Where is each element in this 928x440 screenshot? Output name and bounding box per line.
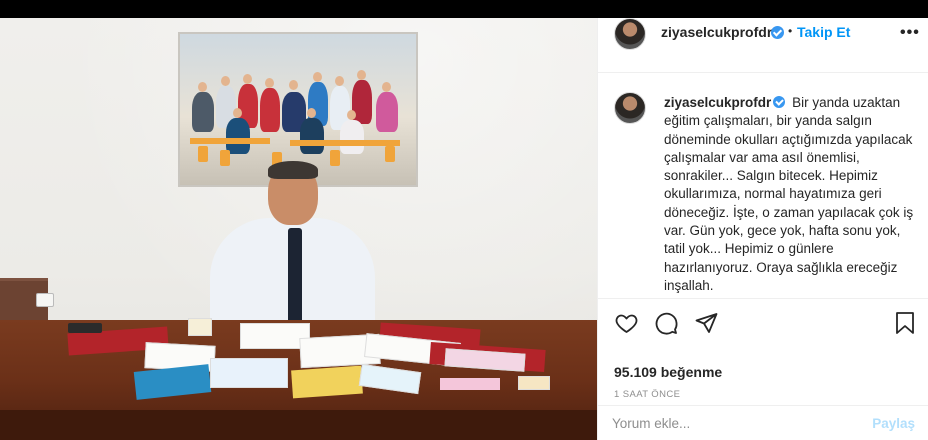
phone [68,323,102,333]
wall-outlet [36,293,54,307]
post-actions-section: 95.109 beğenme 1 SAAT ÖNCE Paylaş [598,298,928,438]
header-username[interactable]: ziyaselcukprofdr [661,24,772,40]
post-photo[interactable] [0,18,597,440]
post-timestamp[interactable]: 1 SAAT ÖNCE [614,389,680,400]
caption-avatar[interactable] [614,92,646,124]
person-at-desk [210,161,375,348]
post-comment-button[interactable]: Paylaş [872,416,915,431]
sticky-notes [518,376,550,390]
caption-username[interactable]: ziyaselcukprofdr [664,95,771,110]
verified-badge-icon [771,26,784,39]
bookmark-icon[interactable] [894,311,916,340]
separator-dot: • [788,24,793,38]
desk-edge [0,410,597,440]
heart-icon[interactable] [614,311,639,340]
verified-badge-icon [773,96,786,108]
post-details-panel: ziyaselcukprofdr • Takip Et ••• ziyaselc… [597,18,928,440]
top-black-bar [0,0,928,18]
caption-text: Bir yanda uzaktan eğitim çalışmaları, bi… [664,95,914,293]
follow-button[interactable]: Takip Et [797,24,850,40]
like-count[interactable]: 95.109 beğenme [614,364,722,380]
more-options-icon[interactable]: ••• [900,24,920,42]
post-header: ziyaselcukprofdr • Takip Et ••• [598,18,928,73]
paper-plane-icon[interactable] [694,311,719,340]
note-pad [188,318,212,336]
instagram-post-view: ziyaselcukprofdr • Takip Et ••• ziyaselc… [0,0,928,440]
document [210,358,288,388]
comment-bubble-icon[interactable] [654,311,679,340]
comment-input[interactable] [612,416,852,431]
pink-card [440,378,500,390]
avatar[interactable] [614,18,646,50]
yellow-booklet [291,365,363,399]
post-caption: ziyaselcukprofdr Bir yanda uzaktan eğiti… [664,94,914,295]
comment-bar: Paylaş [598,405,928,440]
